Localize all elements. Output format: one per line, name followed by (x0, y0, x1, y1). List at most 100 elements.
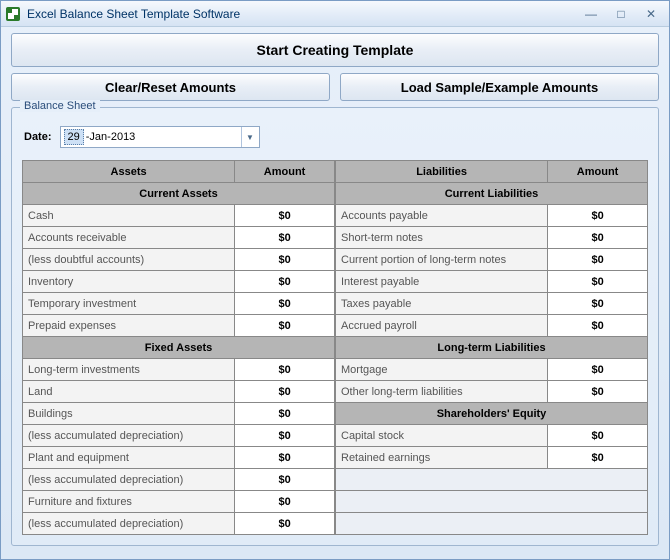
table-row: Short-term notes$0 (336, 227, 648, 249)
table-row: Plant and equipment$0 (23, 447, 335, 469)
shareholders-equity-header: Shareholders' Equity (336, 403, 648, 425)
table-row: (less doubtful accounts)$0 (23, 249, 335, 271)
row-amount[interactable]: $0 (235, 425, 335, 447)
table-row: Mortgage$0 (336, 359, 648, 381)
row-amount[interactable]: $0 (235, 381, 335, 403)
app-window: Excel Balance Sheet Template Software — … (0, 0, 670, 560)
table-row: Buildings$0 (23, 403, 335, 425)
row-label[interactable]: Plant and equipment (23, 447, 235, 469)
app-icon (5, 6, 21, 22)
current-liabilities-header: Current Liabilities (336, 183, 648, 205)
date-row: Date: 29 -Jan-2013 ▼ (24, 126, 648, 148)
date-label: Date: (24, 131, 52, 143)
row-label[interactable]: Accounts payable (336, 205, 548, 227)
row-amount[interactable]: $0 (235, 315, 335, 337)
row-amount[interactable]: $0 (548, 359, 648, 381)
row-amount[interactable]: $0 (235, 513, 335, 535)
row-label[interactable]: Buildings (23, 403, 235, 425)
row-label[interactable]: Current portion of long-term notes (336, 249, 548, 271)
row-label[interactable]: Prepaid expenses (23, 315, 235, 337)
row-amount[interactable]: $0 (548, 271, 648, 293)
minimize-button[interactable]: — (577, 5, 605, 23)
row-amount[interactable]: $0 (235, 447, 335, 469)
row-amount[interactable]: $0 (548, 447, 648, 469)
row-label[interactable]: (less accumulated depreciation) (23, 425, 235, 447)
row-label[interactable]: (less doubtful accounts) (23, 249, 235, 271)
load-sample-button[interactable]: Load Sample/Example Amounts (340, 73, 659, 101)
row-amount[interactable]: $0 (548, 249, 648, 271)
maximize-button[interactable]: □ (607, 5, 635, 23)
group-title: Balance Sheet (20, 100, 100, 112)
row-label[interactable]: Mortgage (336, 359, 548, 381)
date-rest: -Jan-2013 (84, 131, 136, 143)
table-row: Current portion of long-term notes$0 (336, 249, 648, 271)
titlebar: Excel Balance Sheet Template Software — … (1, 1, 669, 27)
row-amount[interactable]: $0 (548, 425, 648, 447)
row-label[interactable]: Short-term notes (336, 227, 548, 249)
row-label[interactable]: Land (23, 381, 235, 403)
row-amount[interactable]: $0 (235, 403, 335, 425)
fixed-assets-header: Fixed Assets (23, 337, 335, 359)
longterm-liabilities-header: Long-term Liabilities (336, 337, 648, 359)
date-picker[interactable]: 29 -Jan-2013 ▼ (60, 126, 260, 148)
table-row: Interest payable$0 (336, 271, 648, 293)
row-amount[interactable]: $0 (235, 205, 335, 227)
assets-table: Assets Amount Current Assets Cash$0Accou… (22, 160, 335, 535)
button-row: Clear/Reset Amounts Load Sample/Example … (11, 73, 659, 101)
row-amount[interactable]: $0 (235, 491, 335, 513)
balance-sheet-group: Balance Sheet Date: 29 -Jan-2013 ▼ Asset… (11, 107, 659, 546)
table-row: (less accumulated depreciation)$0 (23, 513, 335, 535)
table-row: (less accumulated depreciation)$0 (23, 425, 335, 447)
row-label[interactable]: Accrued payroll (336, 315, 548, 337)
row-amount[interactable]: $0 (235, 271, 335, 293)
empty-row (336, 491, 648, 513)
assets-header: Assets (23, 161, 235, 183)
row-amount[interactable]: $0 (235, 359, 335, 381)
row-label[interactable]: Inventory (23, 271, 235, 293)
liabilities-header: Liabilities (336, 161, 548, 183)
row-amount[interactable]: $0 (235, 293, 335, 315)
liabilities-table: Liabilities Amount Current Liabilities A… (335, 160, 648, 535)
row-label[interactable]: Retained earnings (336, 447, 548, 469)
row-amount[interactable]: $0 (548, 205, 648, 227)
row-amount[interactable]: $0 (548, 293, 648, 315)
start-creating-button[interactable]: Start Creating Template (11, 33, 659, 67)
empty-cell (336, 513, 648, 535)
amount-header-left: Amount (235, 161, 335, 183)
chevron-down-icon[interactable]: ▼ (241, 127, 259, 147)
clear-reset-button[interactable]: Clear/Reset Amounts (11, 73, 330, 101)
row-label[interactable]: Interest payable (336, 271, 548, 293)
row-label[interactable]: Long-term investments (23, 359, 235, 381)
row-label[interactable]: (less accumulated depreciation) (23, 469, 235, 491)
row-amount[interactable]: $0 (235, 227, 335, 249)
row-amount[interactable]: $0 (235, 249, 335, 271)
close-button[interactable]: ✕ (637, 5, 665, 23)
row-label[interactable]: (less accumulated depreciation) (23, 513, 235, 535)
row-label[interactable]: Other long-term liabilities (336, 381, 548, 403)
table-row: Capital stock$0 (336, 425, 648, 447)
table-row: Accounts payable$0 (336, 205, 648, 227)
row-label[interactable]: Capital stock (336, 425, 548, 447)
row-label[interactable]: Taxes payable (336, 293, 548, 315)
row-label[interactable]: Cash (23, 205, 235, 227)
empty-cell (336, 491, 648, 513)
table-row: Furniture and fixtures$0 (23, 491, 335, 513)
empty-row (336, 513, 648, 535)
row-label[interactable]: Temporary investment (23, 293, 235, 315)
row-label[interactable]: Accounts receivable (23, 227, 235, 249)
table-row: Temporary investment$0 (23, 293, 335, 315)
table-row: (less accumulated depreciation)$0 (23, 469, 335, 491)
current-assets-header: Current Assets (23, 183, 335, 205)
row-amount[interactable]: $0 (235, 469, 335, 491)
table-row: Long-term investments$0 (23, 359, 335, 381)
tables-container: Assets Amount Current Assets Cash$0Accou… (22, 160, 648, 535)
window-title: Excel Balance Sheet Template Software (27, 7, 575, 21)
empty-row (336, 469, 648, 491)
row-amount[interactable]: $0 (548, 227, 648, 249)
row-label[interactable]: Furniture and fixtures (23, 491, 235, 513)
row-amount[interactable]: $0 (548, 381, 648, 403)
row-amount[interactable]: $0 (548, 315, 648, 337)
date-day[interactable]: 29 (64, 129, 84, 145)
table-row: Other long-term liabilities$0 (336, 381, 648, 403)
table-row: Taxes payable$0 (336, 293, 648, 315)
